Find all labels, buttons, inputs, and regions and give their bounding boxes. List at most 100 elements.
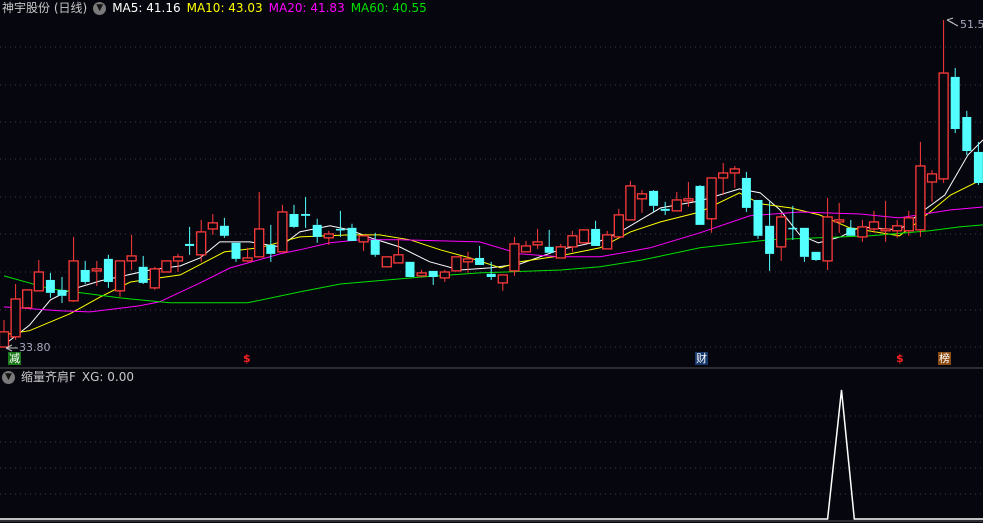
candle-up: [555, 243, 566, 259]
marker-finance[interactable]: 财: [695, 352, 708, 365]
candle-body: [649, 190, 659, 206]
candle-up: [857, 219, 868, 242]
candle-up: [33, 259, 44, 292]
indicator-xg-line: [0, 389, 983, 520]
candle-body: [509, 243, 520, 272]
candle-body: [938, 72, 949, 180]
candle-body: [289, 213, 299, 227]
candlesticks: [0, 20, 983, 348]
candle-up: [706, 177, 717, 233]
candle-body: [765, 225, 775, 254]
candle-up: [0, 319, 10, 348]
candle-body: [91, 268, 102, 272]
candle-body: [729, 168, 740, 174]
candle-body: [323, 233, 334, 239]
candle-up: [22, 289, 33, 309]
low-price-label: 33.80: [19, 341, 51, 354]
candle-up: [126, 234, 137, 270]
candle-body: [753, 199, 763, 236]
candle-up: [532, 228, 543, 249]
candle-body: [462, 258, 474, 263]
candle-body: [532, 241, 543, 246]
candle-up: [277, 204, 288, 253]
candle-down: [486, 261, 496, 280]
moving-average-lines: [3, 139, 983, 346]
candle-down: [428, 270, 438, 285]
stock-chart[interactable]: [0, 0, 983, 523]
candle-body: [381, 256, 392, 268]
ma10-value: MA10: 43.03: [186, 1, 263, 15]
candle-body: [776, 216, 787, 248]
candle-body: [358, 235, 369, 243]
ma5-line: [3, 139, 983, 346]
candle-up: [91, 260, 102, 287]
candle-body: [950, 76, 960, 129]
marker-dollar[interactable]: $: [242, 352, 252, 365]
candle-up: [381, 256, 392, 268]
candle-down: [591, 220, 601, 246]
candle-down: [370, 232, 380, 257]
candle-body: [903, 217, 914, 232]
candle-up: [509, 236, 520, 276]
candle-down: [660, 201, 670, 215]
candle-body: [451, 256, 462, 272]
candle-up: [393, 237, 404, 264]
candle-body: [335, 228, 345, 231]
candle-up: [671, 191, 682, 212]
candle-down: [347, 223, 357, 241]
candle-up: [161, 260, 172, 273]
candle-up: [613, 208, 624, 238]
candle-down: [544, 229, 554, 253]
marker-reduce[interactable]: 减: [8, 352, 21, 365]
indicator-header: ▼ 缩量齐肩F XG: 0.00: [2, 369, 134, 385]
candle-up: [172, 253, 184, 272]
candle-body: [149, 268, 160, 289]
candle-body: [544, 246, 554, 253]
candle-body: [219, 225, 229, 236]
ma20-line: [3, 206, 983, 313]
candle-down: [962, 110, 972, 156]
candle-body: [497, 274, 508, 284]
marker-board[interactable]: 榜: [938, 352, 951, 365]
candle-up: [68, 236, 79, 302]
chevron-down-icon[interactable]: ▼: [2, 370, 15, 384]
candle-body: [126, 255, 137, 262]
candle-up: [625, 180, 636, 221]
candle-body: [57, 289, 67, 296]
candle-up: [207, 213, 218, 235]
candle-up: [451, 256, 462, 272]
candle-up: [196, 219, 207, 262]
candle-body: [660, 208, 670, 211]
candle-body: [613, 214, 624, 238]
candle-up: [718, 162, 729, 195]
ma20-value: MA20: 41.83: [268, 1, 345, 15]
candle-body: [10, 298, 21, 338]
marker-dollar[interactable]: $: [895, 352, 905, 365]
candle-body: [475, 257, 485, 265]
candle-body: [567, 235, 578, 248]
candle-up: [636, 189, 648, 213]
candle-up: [149, 266, 160, 290]
candle-body: [578, 229, 590, 244]
candle-up: [10, 284, 21, 340]
candle-body: [741, 177, 751, 208]
candle-down: [741, 171, 751, 212]
ma5-value: MA5: 41.16: [112, 1, 181, 15]
candle-down: [301, 196, 311, 228]
candle-body: [254, 228, 265, 258]
candle-up: [915, 141, 926, 237]
candle-body: [207, 222, 218, 230]
chevron-down-icon[interactable]: ▼: [93, 1, 107, 15]
candle-down: [405, 261, 415, 277]
candle-body: [22, 289, 33, 309]
candle-body: [138, 266, 148, 283]
candle-body: [591, 228, 601, 246]
candle-body: [683, 198, 694, 202]
candle-up: [822, 197, 833, 270]
chart-header: 神宇股份 (日线) ▼ MA5: 41.16 MA10: 43.03 MA20:…: [2, 0, 427, 16]
candle-up: [520, 240, 532, 253]
candle-body: [868, 221, 880, 230]
candle-body: [636, 193, 648, 200]
candle-up: [834, 202, 845, 233]
candle-body: [277, 211, 288, 253]
